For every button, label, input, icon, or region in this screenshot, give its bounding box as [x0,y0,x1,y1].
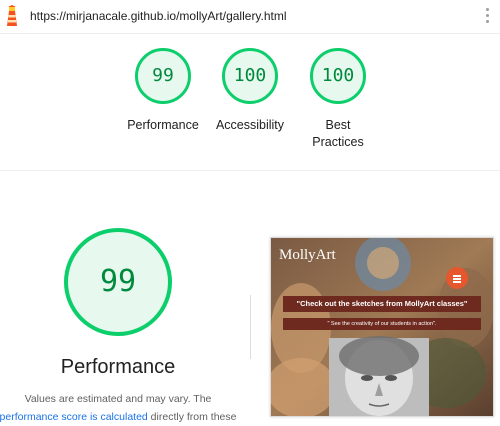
gauge-label-best-practices: Best Practices [293,117,383,151]
gauge-best-practices[interactable]: 100 [310,48,366,104]
hero-banner: "Check out the sketches from MollyArt cl… [283,296,481,312]
vertical-separator [250,295,251,359]
section-divider [0,170,500,171]
report-header: https://mirjanacale.github.io/mollyArt/g… [0,0,500,34]
more-vert-icon[interactable] [486,8,490,26]
label-line: Best [325,118,351,132]
gauge-label-performance: Performance [127,118,199,132]
gauge-performance[interactable]: 99 [135,48,191,104]
hamburger-menu-icon [446,267,468,289]
final-screenshot[interactable]: MollyArt "Check out the sketches from Mo… [270,237,494,417]
gauge-score: 99 [152,65,174,86]
desc-text: directly from these [147,411,237,423]
site-logo: MollyArt [279,247,336,263]
gauge-label-accessibility: Accessibility [215,118,285,132]
performance-title: Performance [60,356,176,378]
gauge-score: 99 [99,264,137,299]
gauge-score: 100 [321,65,355,86]
gauge-score: 100 [233,65,267,86]
hero-subbanner: " See the creativity of our students in … [283,318,481,330]
label-line: Practices [312,135,364,149]
gauge-accessibility[interactable]: 100 [222,48,278,104]
score-calculated-link[interactable]: performance score is calculated [0,411,148,423]
lighthouse-icon [7,5,17,26]
gauge-performance-large: 99 [64,228,172,336]
desc-text: Values are estimated and may vary. The [24,393,212,405]
url-text: https://mirjanacale.github.io/mollyArt/g… [30,9,287,23]
